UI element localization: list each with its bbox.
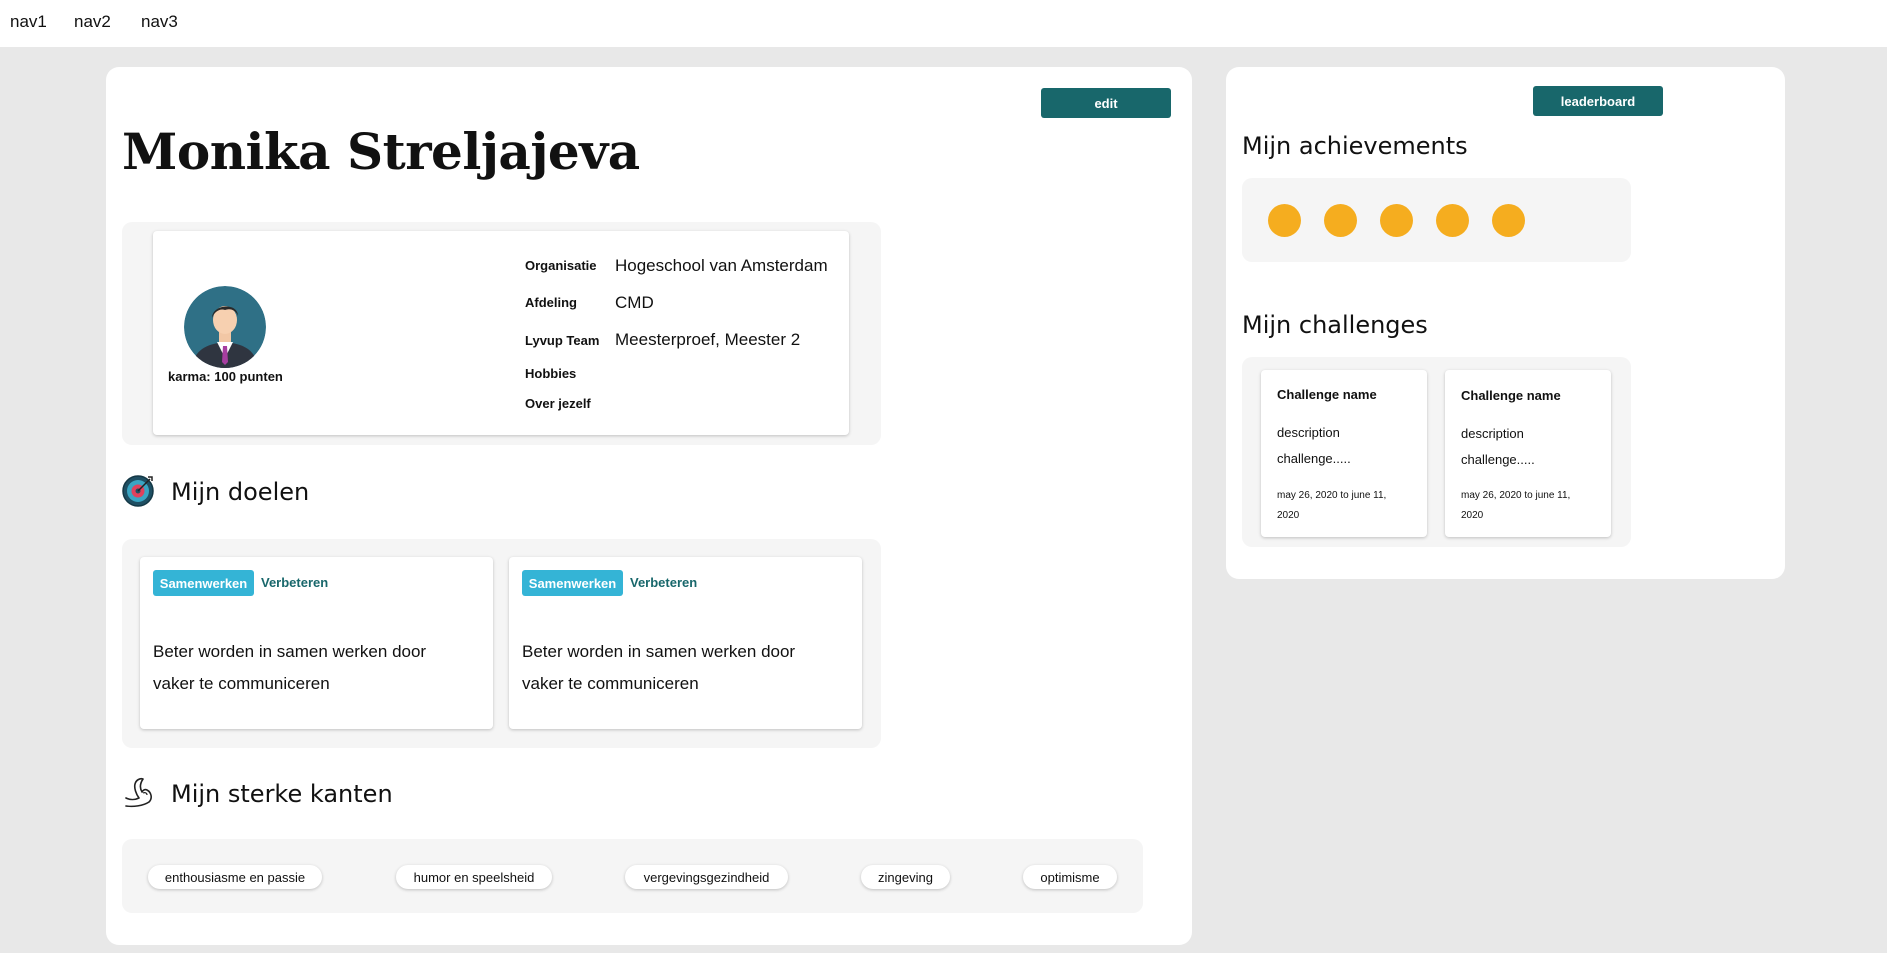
target-icon — [122, 475, 154, 507]
field-label-hobbies: Hobbies — [525, 366, 577, 381]
strengths-title: Mijn sterke kanten — [171, 780, 393, 808]
karma-points: karma: 100 punten — [168, 369, 283, 384]
achievement-badge[interactable] — [1324, 204, 1357, 237]
challenge-description: description challenge..... — [1277, 425, 1351, 466]
strength-pill[interactable]: zingeving — [861, 865, 950, 889]
leaderboard-button[interactable]: leaderboard — [1533, 86, 1663, 116]
goal-tag: Samenwerken — [522, 570, 623, 596]
challenge-date: may 26, 2020 to june 11, 2020 — [1277, 490, 1387, 521]
top-navigation: nav1 nav2 nav3 — [0, 0, 1887, 47]
achievement-badge[interactable] — [1268, 204, 1301, 237]
challenge-date: may 26, 2020 to june 11, 2020 — [1461, 490, 1571, 521]
achievements-title: Mijn achievements — [1242, 132, 1468, 160]
challenge-description: description challenge..... — [1461, 426, 1535, 467]
nav-item-2[interactable]: nav2 — [74, 12, 111, 32]
field-value-organisatie: Hogeschool van Amsterdam — [615, 256, 828, 275]
achievement-badge[interactable] — [1492, 204, 1525, 237]
edit-button[interactable]: edit — [1041, 88, 1171, 118]
achievement-badge[interactable] — [1380, 204, 1413, 237]
nav-item-3[interactable]: nav3 — [141, 12, 178, 32]
goals-title: Mijn doelen — [171, 478, 310, 506]
field-label-lyvup-team: Lyvup Team — [525, 333, 600, 348]
avatar — [184, 286, 266, 368]
flexed-arm-icon — [125, 777, 152, 808]
field-value-lyvup-team: Meesterproef, Meester 2 — [615, 330, 801, 349]
field-label-over-jezelf: Over jezelf — [525, 396, 591, 411]
challenges-title: Mijn challenges — [1242, 311, 1428, 339]
goal-description: Beter worden in samen werken door vaker … — [153, 642, 427, 693]
field-label-organisatie: Organisatie — [525, 258, 597, 273]
field-label-afdeling: Afdeling — [525, 295, 577, 310]
profile-panel — [106, 67, 1192, 945]
strength-pill[interactable]: vergevingsgezindheid — [625, 865, 788, 889]
achievement-badge[interactable] — [1436, 204, 1469, 237]
strength-pill[interactable]: humor en speelsheid — [396, 865, 552, 889]
goal-status: Verbeteren — [630, 575, 698, 590]
strength-pill[interactable]: enthousiasme en passie — [148, 865, 322, 889]
challenge-name: Challenge name — [1461, 388, 1561, 403]
goal-status: Verbeteren — [261, 575, 329, 590]
goal-description: Beter worden in samen werken door vaker … — [522, 642, 796, 693]
strength-pill[interactable]: optimisme — [1023, 865, 1117, 889]
field-value-afdeling: CMD — [615, 293, 654, 312]
user-avatar-icon — [184, 286, 266, 368]
profile-name: Monika Streljajeva — [122, 122, 640, 181]
challenge-name: Challenge name — [1277, 387, 1377, 402]
nav-item-1[interactable]: nav1 — [10, 12, 47, 32]
goal-tag: Samenwerken — [153, 570, 254, 596]
